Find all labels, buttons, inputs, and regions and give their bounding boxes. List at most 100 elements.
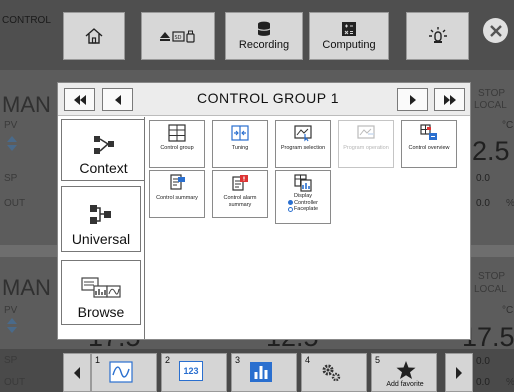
favorite-3-button[interactable]: 3 xyxy=(231,353,297,392)
first-group-button[interactable] xyxy=(64,88,95,111)
program-selection-label: Program selection xyxy=(280,145,326,151)
program-selection-icon xyxy=(294,125,312,142)
usb-sd-button[interactable]: SD xyxy=(141,12,215,60)
control-overview-label: Control overview xyxy=(408,145,450,151)
favorite-1-number: 1 xyxy=(95,355,101,365)
close-icon xyxy=(489,24,502,37)
left-arrow-icon xyxy=(74,366,80,379)
panel1-mode: MAN xyxy=(2,92,51,117)
close-button[interactable] xyxy=(483,18,508,43)
alarm-summary-icon xyxy=(232,175,248,191)
next-group-button[interactable] xyxy=(397,88,428,111)
right-sp-2: 0.0 xyxy=(476,356,490,367)
trend-icon xyxy=(109,361,133,383)
right-out-1: 0.0 xyxy=(476,198,490,209)
program-selection-button[interactable]: Program selection xyxy=(275,120,331,168)
tab-browse-label: Browse xyxy=(77,304,125,320)
control-summary-button[interactable]: Control summary xyxy=(149,170,205,218)
panel1-down-icon xyxy=(7,145,17,151)
usb-sd-icon: SD xyxy=(160,30,195,43)
svg-text:SD: SD xyxy=(175,35,182,41)
database-icon xyxy=(257,21,271,36)
radio-unselected-icon xyxy=(287,206,293,212)
left-icon xyxy=(114,94,121,105)
function-panel: Control group Tuning Program selection P… xyxy=(144,117,470,339)
display-button[interactable]: Display Controller Faceplate xyxy=(275,170,331,224)
last-group-button[interactable] xyxy=(434,88,465,111)
header-label: CONTROL xyxy=(2,15,51,26)
home-icon xyxy=(85,28,103,44)
favorite-1-button[interactable]: 1 xyxy=(91,353,157,392)
favorite-5-number: 5 xyxy=(375,355,381,365)
computing-button[interactable]: Computing xyxy=(309,12,389,60)
panel1-up-icon xyxy=(7,136,17,142)
right-status-2: STOP xyxy=(478,271,506,282)
context-icon xyxy=(93,136,114,154)
grid-icon xyxy=(168,124,186,142)
favorite-4-number: 4 xyxy=(305,355,311,365)
tab-universal[interactable]: Universal xyxy=(61,186,141,252)
dialog-title: CONTROL GROUP 1 xyxy=(196,90,340,106)
panel1-pv-label: PV xyxy=(4,120,18,131)
browse-icon xyxy=(81,277,121,298)
double-left-icon xyxy=(73,94,86,105)
program-operation-label: Program operation xyxy=(343,145,389,151)
control-group-label: Control group xyxy=(160,145,194,151)
calculator-icon xyxy=(342,22,356,36)
display-option-faceplate[interactable]: Faceplate xyxy=(287,206,319,213)
recording-button[interactable]: Recording xyxy=(225,12,303,60)
favorite-2-button[interactable]: 2 123 xyxy=(161,353,227,392)
favorites-next-button[interactable] xyxy=(445,353,473,392)
favorite-2-number: 2 xyxy=(165,355,171,365)
tuning-label: Tuning xyxy=(231,145,249,151)
panel2-mode: MAN xyxy=(2,275,51,300)
display-option-faceplate-label: Faceplate xyxy=(293,206,319,212)
right-out-2-unit: % xyxy=(506,377,514,388)
program-operation-icon xyxy=(357,125,375,139)
double-right-icon xyxy=(443,94,456,105)
tab-universal-label: Universal xyxy=(71,231,131,247)
panel2-up-icon xyxy=(7,318,17,324)
right-mode-1: LOCAL xyxy=(474,100,507,111)
right-unit-2: °C xyxy=(502,305,514,316)
right-out-1-unit: % xyxy=(506,198,514,209)
home-button[interactable] xyxy=(63,12,125,60)
control-alarm-summary-button[interactable]: Control alarm summary xyxy=(212,170,268,218)
right-value-1: 2.5 xyxy=(472,136,510,166)
tab-context[interactable]: Context xyxy=(61,119,145,181)
right-sp-1: 0.0 xyxy=(476,173,490,184)
panel2-pv-label: PV xyxy=(4,305,18,316)
panel2-down-icon xyxy=(7,327,17,333)
add-favorite-icon xyxy=(396,361,416,379)
right-unit-1: °C xyxy=(502,120,514,131)
display-icon xyxy=(294,174,312,192)
dialog-header: CONTROL GROUP 1 xyxy=(58,83,470,116)
control-alarm-summary-label: Control alarm summary xyxy=(223,195,257,208)
radio-selected-icon xyxy=(288,200,294,206)
panel1-out-label: OUT xyxy=(4,198,26,209)
alarm-light-button[interactable] xyxy=(406,12,469,60)
right-arrow-icon xyxy=(456,366,462,379)
panel2-out-label: OUT xyxy=(4,377,26,388)
control-summary-label: Control summary xyxy=(156,195,198,201)
right-status-1: STOP xyxy=(478,88,506,99)
panel1-sp-label: SP xyxy=(4,173,18,184)
panel2-sp-label: SP xyxy=(4,355,18,366)
alarm-light-icon xyxy=(428,27,447,43)
favorite-5-button[interactable]: 5 Add favorite xyxy=(371,353,437,392)
favorites-prev-button[interactable] xyxy=(63,353,91,392)
computing-label: Computing xyxy=(322,39,376,51)
tuning-button[interactable]: Tuning xyxy=(212,120,268,168)
favorite-4-button[interactable]: 4 xyxy=(301,353,367,392)
control-overview-button[interactable]: Control overview xyxy=(401,120,457,168)
control-group-button[interactable]: Control group xyxy=(149,120,205,168)
universal-icon xyxy=(90,205,111,224)
previous-group-button[interactable] xyxy=(102,88,133,111)
summary-icon xyxy=(170,174,185,190)
tab-browse[interactable]: Browse xyxy=(61,260,141,325)
overview-icon xyxy=(420,124,437,140)
right-icon xyxy=(409,94,416,105)
add-favorite-label: Add favorite xyxy=(386,381,424,388)
settings-gears-icon xyxy=(322,364,341,382)
program-operation-button[interactable]: Program operation xyxy=(338,120,394,168)
